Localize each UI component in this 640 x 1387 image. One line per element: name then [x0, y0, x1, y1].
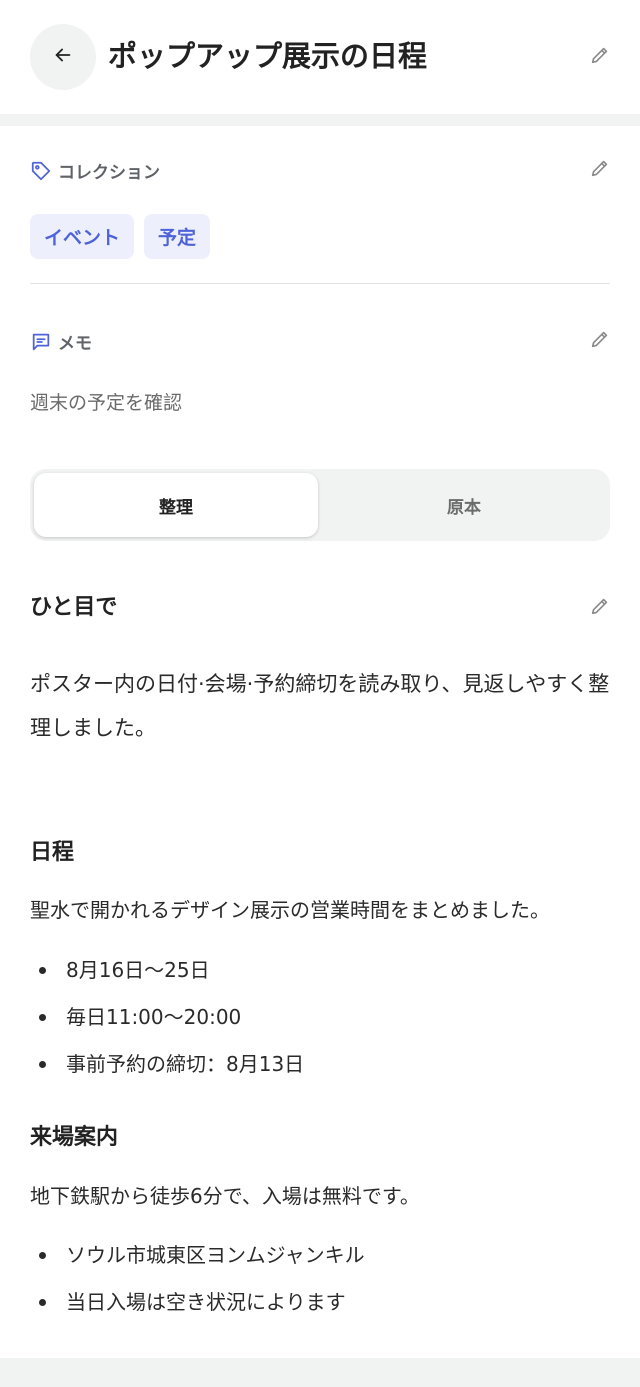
- pencil-icon: [589, 157, 611, 183]
- collection-label-text: コレクション: [58, 163, 160, 183]
- page-title: ポップアップ展示の日程: [108, 39, 428, 73]
- memo-text: 週末の予定を確認: [30, 392, 183, 414]
- back-button[interactable]: [30, 24, 96, 90]
- pencil-icon: [589, 595, 611, 621]
- visit-description: 地下鉄駅から徒歩6分で、入場は無料です。: [30, 1184, 420, 1208]
- message-icon: [30, 331, 52, 353]
- edit-collection-button[interactable]: [588, 158, 612, 182]
- tag-icon: [30, 160, 52, 182]
- list-item: ソウル市城東区ヨンムジャンキル: [30, 1240, 610, 1287]
- arrow-left-icon: [52, 44, 74, 70]
- list-item: 当日入場は空き状況によります: [30, 1287, 610, 1334]
- divider-line: [30, 283, 610, 284]
- tag-chip-schedule[interactable]: 予定: [144, 214, 211, 259]
- list-item: 事前予約の締切：8月13日: [30, 1049, 610, 1096]
- view-toggle: 整理 原本: [30, 469, 610, 541]
- tab-organized[interactable]: 整理: [34, 473, 318, 537]
- memo-label-text: メモ: [58, 334, 92, 354]
- section-divider: [0, 114, 640, 126]
- pencil-icon: [589, 328, 611, 354]
- pencil-icon: [589, 44, 611, 70]
- app-header: ポップアップ展示の日程: [0, 0, 640, 114]
- visit-heading: 来場案内: [30, 1125, 119, 1150]
- edit-memo-button[interactable]: [588, 329, 612, 353]
- collection-label: コレクション: [30, 158, 160, 183]
- visit-list: ソウル市城東区ヨンムジャンキル 当日入場は空き状況によります: [30, 1240, 610, 1334]
- schedule-description: 聖水で開かれるデザイン展示の営業時間をまとめました。: [30, 898, 550, 922]
- bottom-divider: [0, 1358, 640, 1387]
- list-item: 毎日11:00～20:00: [30, 1002, 610, 1049]
- tag-chip-event[interactable]: イベント: [30, 214, 135, 259]
- schedule-list: 8月16日～25日 毎日11:00～20:00 事前予約の締切：8月13日: [30, 955, 610, 1096]
- list-item: 8月16日～25日: [30, 955, 610, 1002]
- memo-label: メモ: [30, 329, 92, 354]
- edit-title-button[interactable]: [588, 45, 612, 69]
- tab-original[interactable]: 原本: [322, 473, 606, 537]
- summary-body: ポスター内の日付·会場·予約締切を読み取り、見返しやすく整理しました。: [30, 672, 610, 740]
- collection-tags: イベント 予定: [30, 214, 211, 259]
- edit-summary-button[interactable]: [588, 596, 612, 620]
- schedule-heading: 日程: [30, 840, 75, 865]
- summary-heading: ひと目で: [30, 595, 118, 620]
